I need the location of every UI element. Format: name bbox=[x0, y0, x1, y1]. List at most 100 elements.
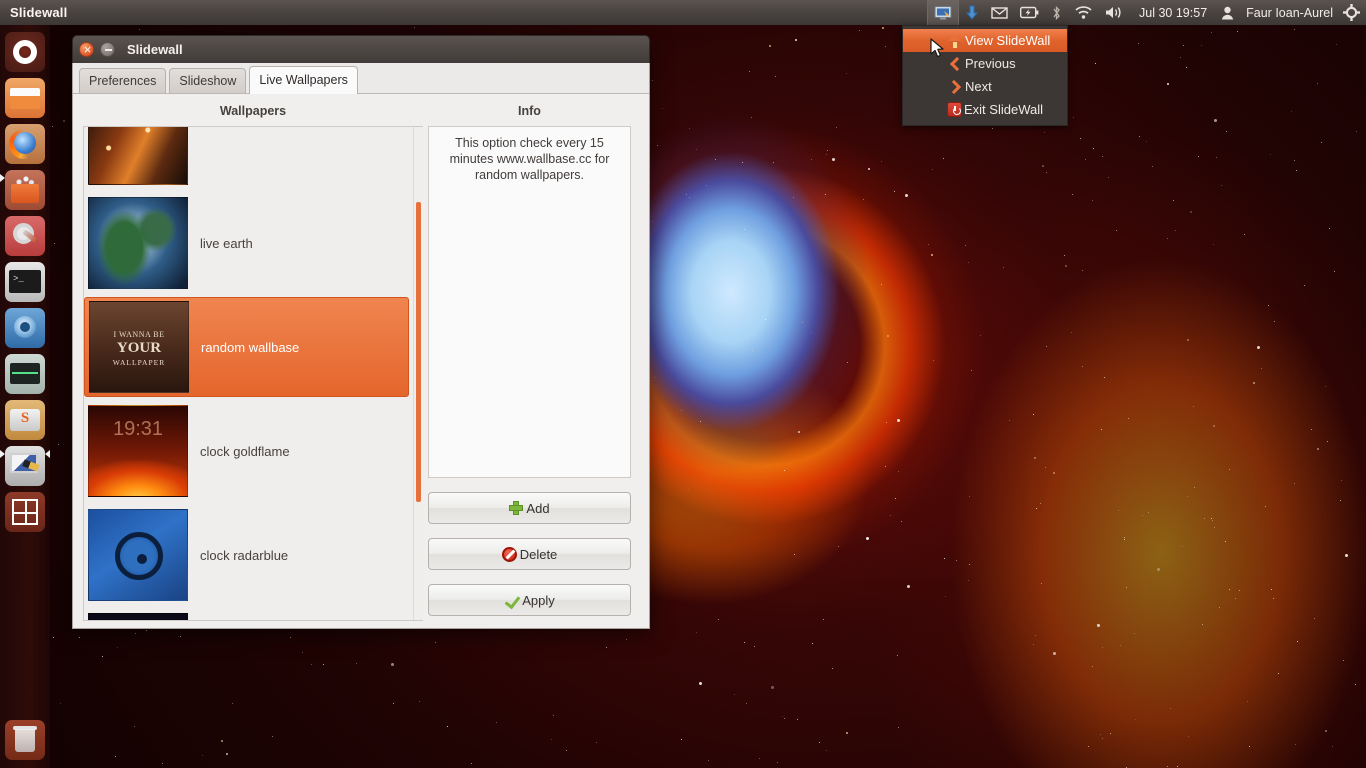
menu-item-label: Next bbox=[965, 79, 992, 94]
workspace-grid-icon bbox=[12, 499, 38, 525]
slidewall-window: Slidewall Preferences Slideshow Live Wal… bbox=[72, 35, 650, 629]
top-panel: Slidewall Jul 30 19:57 Faur Ioan-Aurel bbox=[0, 0, 1366, 25]
menu-item-previous[interactable]: Previous bbox=[903, 52, 1067, 75]
launcher-item-trash[interactable] bbox=[5, 720, 45, 760]
list-item[interactable]: clock radarblue bbox=[84, 505, 409, 605]
menu-item-label: View SlideWall bbox=[965, 33, 1051, 48]
thumb-clock-text: 19:31 bbox=[112, 418, 164, 440]
list-item[interactable] bbox=[84, 609, 409, 620]
wallpaper-name: random wallbase bbox=[201, 339, 300, 355]
folder-icon bbox=[10, 88, 40, 109]
network-indicator-icon[interactable] bbox=[1068, 0, 1099, 25]
power-icon bbox=[947, 102, 962, 117]
window-title: Slidewall bbox=[127, 42, 183, 57]
apply-button[interactable]: Apply bbox=[428, 584, 631, 616]
window-body: Preferences Slideshow Live Wallpapers Wa… bbox=[72, 63, 650, 629]
firefox-globe-icon bbox=[14, 132, 36, 154]
unity-launcher: S bbox=[0, 25, 50, 768]
chromium-icon bbox=[14, 316, 36, 338]
delete-button-label: Delete bbox=[519, 546, 558, 562]
trash-icon bbox=[15, 729, 35, 752]
ubuntu-logo-icon bbox=[13, 40, 37, 64]
launcher-trash-wrap bbox=[0, 714, 50, 760]
radar-dial-icon bbox=[115, 532, 163, 580]
update-indicator-icon[interactable] bbox=[959, 0, 985, 25]
tab-content-live-wallpapers: Wallpapers live earth I WANNA BE YOUR WA… bbox=[73, 94, 649, 628]
menu-item-view-slidewall[interactable]: View SlideWall bbox=[903, 29, 1067, 52]
info-header: Info bbox=[518, 104, 541, 118]
home-icon bbox=[947, 33, 963, 49]
list-item-selected[interactable]: I WANNA BE YOUR WALLPAPER random wallbas… bbox=[84, 297, 409, 397]
launcher-item-system-monitor[interactable] bbox=[5, 354, 45, 394]
launcher-item-firefox[interactable] bbox=[5, 124, 45, 164]
wallpapers-list-container: live earth I WANNA BE YOUR WALLPAPER ran… bbox=[83, 126, 423, 621]
launcher-item-dash-home[interactable] bbox=[5, 32, 45, 72]
thumb-text-line3: WALLPAPER bbox=[112, 358, 166, 367]
messaging-indicator-icon[interactable] bbox=[985, 0, 1014, 25]
list-item[interactable]: 19:31 clock goldflame bbox=[84, 401, 409, 501]
add-button[interactable]: Add bbox=[428, 492, 631, 524]
info-pane: Info This option check every 15 minutes … bbox=[428, 94, 641, 628]
menu-item-next[interactable]: Next bbox=[903, 75, 1067, 98]
wallpaper-thumbnail bbox=[88, 127, 188, 185]
list-item[interactable] bbox=[84, 127, 409, 189]
wallpaper-thumbnail bbox=[88, 509, 188, 601]
sound-indicator-icon[interactable] bbox=[1099, 0, 1131, 25]
wallpaper-thumbnail bbox=[88, 613, 188, 620]
gear-icon[interactable] bbox=[1337, 0, 1366, 25]
launcher-item-files[interactable] bbox=[5, 78, 45, 118]
scrollbar-thumb[interactable] bbox=[416, 202, 421, 502]
waveform-icon bbox=[12, 372, 38, 374]
tab-bar: Preferences Slideshow Live Wallpapers bbox=[73, 63, 649, 94]
menu-item-exit-slidewall[interactable]: Exit SlideWall bbox=[903, 98, 1067, 121]
bluetooth-indicator-icon[interactable] bbox=[1045, 0, 1068, 25]
launcher-item-workspace-switcher[interactable] bbox=[5, 492, 45, 532]
shopping-bag-icon bbox=[11, 184, 39, 203]
plus-icon bbox=[509, 501, 524, 515]
wallpapers-scrollbar[interactable] bbox=[413, 127, 423, 620]
panel-indicators: Jul 30 19:57 Faur Ioan-Aurel bbox=[927, 0, 1366, 25]
wallpaper-name: clock goldflame bbox=[200, 443, 290, 459]
close-button[interactable] bbox=[79, 40, 95, 59]
launcher-item-software-center[interactable] bbox=[5, 170, 45, 210]
thumb-text-line2: YOUR bbox=[116, 340, 162, 356]
list-item[interactable]: live earth bbox=[84, 193, 409, 293]
launcher-item-chromium[interactable] bbox=[5, 308, 45, 348]
battery-indicator-icon[interactable] bbox=[1014, 0, 1045, 25]
wallpaper-thumbnail bbox=[88, 197, 188, 289]
menu-item-label: Exit SlideWall bbox=[964, 102, 1043, 117]
minimize-button[interactable] bbox=[100, 42, 115, 57]
panel-app-title: Slidewall bbox=[10, 5, 68, 20]
delete-button[interactable]: Delete bbox=[428, 538, 631, 570]
tab-slideshow[interactable]: Slideshow bbox=[169, 68, 247, 93]
launcher-item-terminal[interactable] bbox=[5, 262, 45, 302]
mouse-cursor bbox=[930, 38, 946, 65]
info-text: This option check every 15 minutes www.w… bbox=[428, 126, 631, 478]
user-avatar-icon[interactable] bbox=[1215, 0, 1240, 25]
wallpapers-list: live earth I WANNA BE YOUR WALLPAPER ran… bbox=[84, 127, 409, 620]
chevron-left-icon bbox=[947, 56, 963, 72]
launcher-item-system-settings[interactable] bbox=[5, 216, 45, 256]
tab-live-wallpapers[interactable]: Live Wallpapers bbox=[249, 66, 358, 94]
panel-clock[interactable]: Jul 30 19:57 bbox=[1131, 0, 1215, 25]
thumb-text-line1: I WANNA BE bbox=[113, 330, 165, 339]
panel-username[interactable]: Faur Ioan-Aurel bbox=[1240, 0, 1337, 25]
tab-preferences[interactable]: Preferences bbox=[79, 68, 167, 93]
terminal-icon bbox=[9, 270, 41, 293]
slidewall-indicator-icon[interactable] bbox=[927, 0, 960, 25]
check-icon bbox=[504, 593, 519, 608]
wallpaper-thumbnail: 19:31 bbox=[88, 405, 188, 497]
deny-icon bbox=[501, 546, 517, 562]
window-titlebar: Slidewall bbox=[72, 35, 650, 63]
wallpapers-header: Wallpapers bbox=[219, 104, 287, 118]
s-drive-label: S bbox=[20, 410, 30, 426]
wallpaper-name: live earth bbox=[200, 235, 253, 251]
wallpaper-name: clock radarblue bbox=[200, 547, 289, 563]
chevron-right-icon bbox=[947, 79, 963, 95]
slidewall-indicator-menu: View SlideWall Previous Next Exit SlideW… bbox=[902, 25, 1068, 126]
launcher-item-slidewall[interactable] bbox=[5, 446, 45, 486]
apply-button-label: Apply bbox=[522, 592, 555, 608]
wallpapers-pane: Wallpapers live earth I WANNA BE YOUR WA… bbox=[73, 94, 428, 628]
wallpaper-thumbnail: I WANNA BE YOUR WALLPAPER bbox=[89, 301, 189, 393]
add-button-label: Add bbox=[526, 500, 550, 516]
